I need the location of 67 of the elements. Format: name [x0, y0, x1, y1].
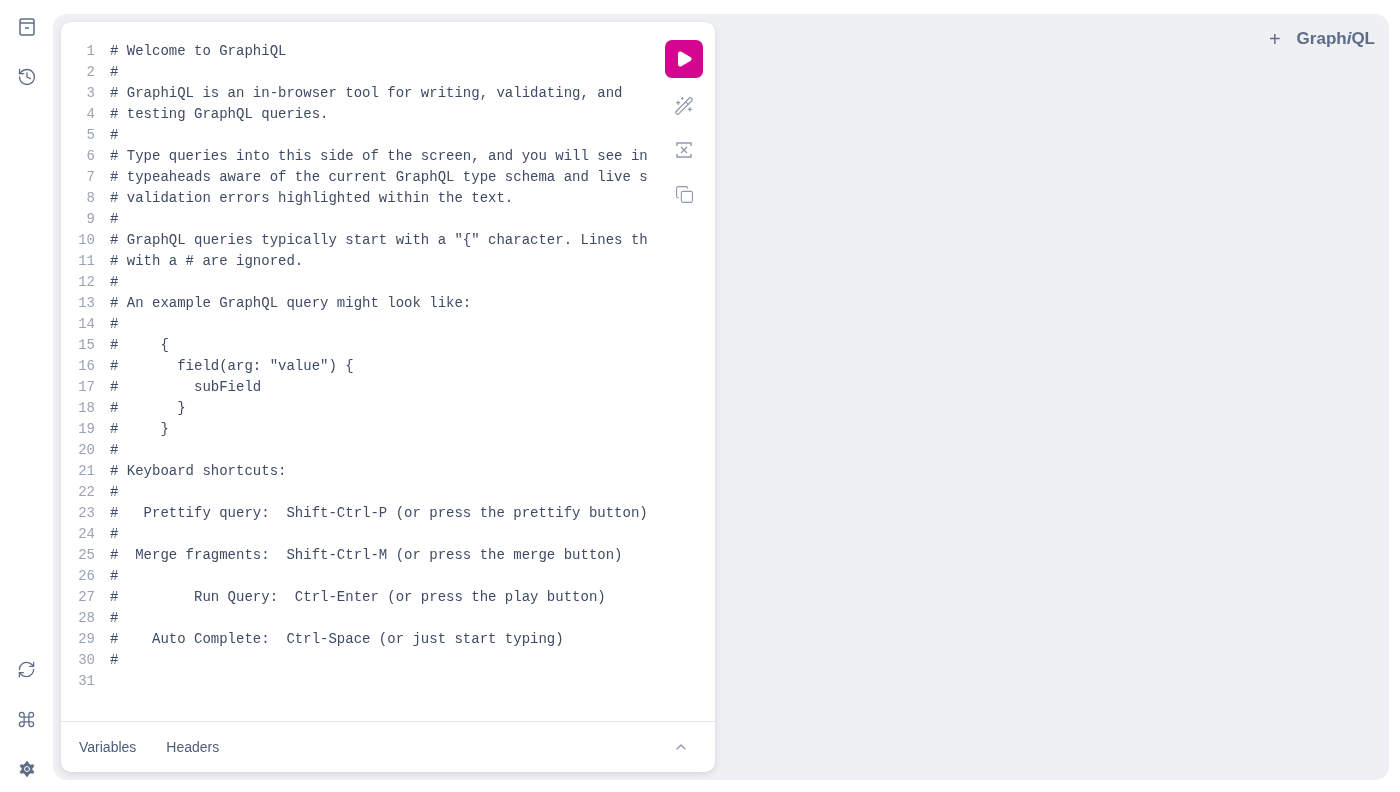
line-number: 18: [77, 399, 95, 416]
code-line: #: [110, 273, 119, 290]
code-line: # with a # are ignored.: [110, 252, 304, 269]
code-line: # Keyboard shortcuts:: [110, 462, 287, 479]
line-number: 31: [77, 672, 95, 689]
editor-tab[interactable]: Headers: [166, 739, 220, 755]
code-line: # Run Query: Ctrl-Enter (or press the play button): [110, 588, 606, 605]
line-number: 27: [77, 588, 95, 605]
line-number: 16: [77, 357, 95, 374]
play-icon: [675, 50, 693, 68]
line-number: 24: [77, 525, 95, 542]
line-number: 26: [77, 567, 95, 584]
code-line: #: [110, 315, 119, 332]
line-number: 5: [85, 126, 95, 143]
line-number: 13: [77, 294, 95, 311]
line-number: 19: [77, 420, 95, 437]
code-line: # GraphiQL is an in-browser tool for writing, validating, and: [110, 84, 623, 101]
code-line: # }: [110, 420, 169, 437]
line-number: 25: [77, 546, 95, 563]
line-number: 23: [77, 504, 95, 521]
code-line: #: [110, 63, 119, 80]
code-line: #: [110, 525, 119, 542]
line-number: 14: [77, 315, 95, 332]
line-number: 7: [85, 168, 95, 185]
line-number: 22: [77, 483, 95, 500]
code-line: #: [110, 210, 119, 227]
line-number: 17: [77, 378, 95, 395]
line-number: 9: [85, 210, 95, 227]
line-number: 10: [77, 231, 95, 248]
line-number: 6: [85, 147, 95, 164]
line-number: 1: [85, 42, 95, 59]
code-line: #: [110, 609, 119, 626]
line-number: 15: [77, 336, 95, 353]
code-line: #: [110, 567, 119, 584]
run-button[interactable]: [665, 40, 703, 78]
line-number: 11: [77, 252, 95, 269]
code-line: #: [110, 126, 119, 143]
code-line: # testing GraphQL queries.: [110, 105, 329, 122]
logo: GraphiQL: [1296, 28, 1375, 50]
code-line: # Merge fragments: Shift-Ctrl-M (or press the merge button): [110, 546, 623, 563]
line-number: 4: [85, 105, 95, 122]
code-line: # {: [110, 336, 169, 353]
code-line: #: [110, 483, 119, 500]
code-line: # An example GraphQL query might look like:: [110, 294, 472, 311]
code-line: # Prettify query: Shift-Ctrl-P (or press the prettify button): [110, 504, 648, 521]
code-line: # subField: [110, 378, 262, 395]
code-line: # GraphQL queries typically start with a "{" character. Lines th: [110, 231, 648, 248]
code-line: #: [110, 651, 119, 668]
line-number: 8: [85, 189, 95, 206]
code-line: # validation errors highlighted within the text.: [110, 189, 514, 206]
line-number: 29: [77, 630, 95, 647]
code-line: # typeaheads aware of the current GraphQL type schema and live s: [110, 168, 648, 185]
code-line: # Welcome to GraphiQL: [110, 42, 287, 59]
line-number: 20: [77, 441, 95, 458]
code-line: # }: [110, 399, 186, 416]
editor-tab[interactable]: Variables: [79, 739, 137, 755]
code-line: # field(arg: "value") {: [110, 357, 354, 374]
code-line: # Type queries into this side of the screen, and you will see in: [110, 147, 648, 164]
code-line: # Auto Complete: Ctrl-Space (or just start typing): [110, 630, 564, 647]
code-line: #: [110, 441, 119, 458]
line-number: 2: [85, 63, 95, 80]
line-number: 3: [85, 84, 95, 101]
add-tab-button[interactable]: +: [1268, 28, 1281, 50]
line-number: 28: [77, 609, 95, 626]
line-number: 12: [77, 273, 95, 290]
line-number: 30: [77, 651, 95, 668]
line-number: 21: [77, 462, 95, 479]
